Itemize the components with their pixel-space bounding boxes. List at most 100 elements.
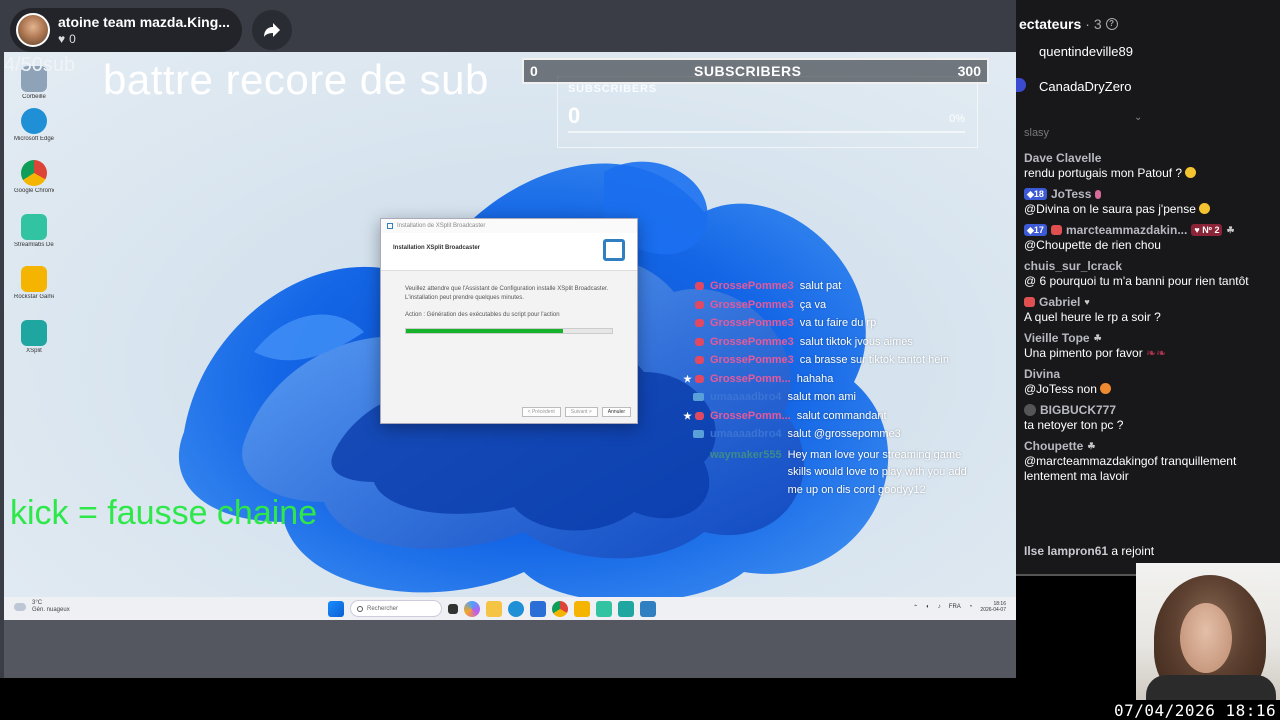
- chat-username[interactable]: Divina: [1024, 367, 1060, 381]
- taskbar-search[interactable]: Rechercher: [350, 600, 442, 617]
- joined-username[interactable]: Ilse lampron61: [1024, 544, 1108, 558]
- chat-username[interactable]: Choupette: [1024, 439, 1083, 453]
- disc-badge-icon: [693, 430, 704, 438]
- chat-text: @Choupette de rien chou: [1024, 238, 1161, 252]
- goal-max: 300: [957, 63, 981, 79]
- desktop-icon-streamlabs[interactable]: Streamlabs Desktop: [14, 214, 54, 248]
- network-icon[interactable]: ◐: [926, 604, 930, 610]
- chat-username[interactable]: Dave Clavelle: [1024, 151, 1101, 165]
- chrome-taskbar-icon[interactable]: [552, 600, 568, 617]
- chat-username[interactable]: marcteammazdakin...: [1066, 223, 1187, 237]
- chat-username[interactable]: umaaaadbro4: [710, 391, 782, 403]
- chat-username[interactable]: waymaker555: [710, 447, 782, 465]
- mic-icon[interactable]: ♪: [938, 604, 941, 610]
- language-indicator[interactable]: FRA: [949, 604, 961, 610]
- chat-username[interactable]: GrossePomme3: [710, 317, 794, 329]
- help-icon[interactable]: ?: [1105, 18, 1118, 30]
- installer-taskbar-icon[interactable]: [640, 600, 656, 617]
- chrome-icon: [21, 160, 47, 186]
- cancel-button[interactable]: Annuler: [601, 407, 631, 417]
- desktop-icon-label: Rockstar Games Launcher: [14, 294, 54, 300]
- chat-username[interactable]: Gabriel: [1039, 295, 1080, 309]
- store-icon[interactable]: [530, 600, 546, 617]
- chat-username[interactable]: Vieille Tope: [1024, 331, 1090, 345]
- chat-username[interactable]: umaaaadbro4: [710, 428, 782, 440]
- goal-title-overlay: battre recore de sub: [103, 56, 489, 103]
- windows-start-icon[interactable]: [328, 600, 344, 617]
- taskbar-date: 2026-04-07: [980, 607, 1006, 613]
- previous-button[interactable]: < Précédent: [521, 407, 561, 417]
- streamer-name[interactable]: atoine team mazda.King...: [58, 14, 230, 30]
- installer-header: Installation XSplit Broadcaster: [381, 233, 637, 271]
- chat-text: @Divina on le saura pas j'pense: [1024, 202, 1196, 216]
- desktop-icon-chrome[interactable]: Google Chrome: [14, 160, 54, 194]
- file-explorer-icon[interactable]: [486, 600, 502, 617]
- streamer-info-pill[interactable]: atoine team mazda.King... ♥ 0: [10, 8, 242, 52]
- chat-text: Hey man love your streaming game skills …: [787, 448, 967, 496]
- edge-taskbar-icon[interactable]: [508, 600, 524, 617]
- weather-widget[interactable]: 3°C Gén. nuageux: [14, 600, 70, 614]
- installer-buttons: < Précédent Suivant > Annuler: [521, 407, 631, 417]
- taskbar-clock[interactable]: 18:16 2026-04-07: [980, 601, 1006, 613]
- desktop-icon-rockstar[interactable]: Rockstar Games Launcher: [14, 266, 54, 300]
- chevron-up-icon[interactable]: ⌃: [913, 604, 918, 611]
- subwidget-ratio: 0 / 150: [940, 87, 965, 96]
- chat-message: Divina @JoTess non: [1024, 367, 1274, 397]
- viewer-item[interactable]: quentindeville89: [1039, 44, 1133, 59]
- chat-username[interactable]: chuis_sur_lcrack: [1024, 259, 1122, 273]
- edge-icon: [21, 108, 47, 134]
- share-button[interactable]: [252, 10, 292, 50]
- likes-value: 0: [69, 32, 76, 46]
- chat-panel: ectateurs · 3 ? quentindeville89 CanadaD…: [1016, 0, 1280, 575]
- chat-username[interactable]: GrossePomme3: [710, 280, 794, 292]
- instream-chat-row: umaaaadbro4 salut @grossepomme3: [676, 428, 996, 447]
- copilot-icon[interactable]: [464, 600, 480, 617]
- next-button[interactable]: Suivant >: [564, 407, 598, 417]
- desktop-icon-xsplit[interactable]: XSplit: [14, 320, 54, 354]
- installer-progress-fill: [406, 329, 563, 333]
- viewer-item[interactable]: CanadaDryZero: [1039, 79, 1132, 94]
- desktop-icon-label: Microsoft Edge: [14, 136, 54, 142]
- task-view-icon[interactable]: [448, 603, 458, 614]
- chat-username[interactable]: GrossePomme3: [710, 336, 794, 348]
- webcam-feed: [1136, 563, 1280, 700]
- wifi-icon[interactable]: ◔: [969, 604, 973, 610]
- heart-badge-icon: [1050, 225, 1062, 235]
- installer-icon: [387, 223, 393, 229]
- chat-badges: [676, 336, 710, 346]
- chat-text: va tu faire du rp: [799, 317, 877, 329]
- chat-username[interactable]: GrossePomm...: [710, 373, 791, 385]
- streamlabs-icon: [21, 214, 47, 240]
- avatar[interactable]: [16, 13, 50, 47]
- partial-username: slasy: [1024, 127, 1050, 139]
- installer-status: Action : Génération des exécutables du s…: [405, 312, 560, 318]
- desktop-icon-label: Streamlabs Desktop: [14, 242, 54, 248]
- desktop-icon-edge[interactable]: Microsoft Edge: [14, 108, 54, 142]
- chat-badges: [676, 299, 710, 309]
- chat-username[interactable]: GrossePomm...: [710, 410, 791, 422]
- chat-username[interactable]: GrossePomme3: [710, 299, 794, 311]
- instream-chat-row: GrossePomme3 ça va: [676, 299, 996, 318]
- rockstar-taskbar-icon[interactable]: [574, 600, 590, 617]
- streamlabs-taskbar-icon[interactable]: [596, 600, 612, 617]
- star-badge-icon: [683, 411, 692, 420]
- chat-message: Vieille Tope ☘ Una pimento por favor ❧❧: [1024, 331, 1274, 361]
- search-icon: [357, 605, 363, 612]
- subscribers-widget: SUBSCRIBERS 0 0 / 150 0%: [557, 76, 978, 148]
- xsplit-icon: [21, 320, 47, 346]
- chat-badges: [676, 391, 710, 401]
- desktop-icon-label: Google Chrome: [14, 188, 54, 194]
- taskbar-apps: Rechercher: [328, 600, 656, 617]
- chat-username[interactable]: BIGBUCK777: [1040, 403, 1116, 417]
- weather-desc: Gén. nuageux: [32, 607, 70, 614]
- chat-username[interactable]: GrossePomme3: [710, 354, 794, 366]
- heart-badge-icon: [695, 337, 704, 346]
- chat-text: @ 6 pourquoi tu m'a banni pour rien tant…: [1024, 274, 1249, 288]
- chevron-down-icon[interactable]: ⌄: [1134, 112, 1142, 123]
- chat-username[interactable]: JoTess: [1051, 187, 1091, 201]
- chat-text: Una pimento por favor: [1024, 346, 1143, 360]
- subwidget-label: SUBSCRIBERS: [568, 83, 657, 95]
- instream-chat-row: GrossePomm... hahaha: [676, 373, 996, 392]
- chat-badges: [676, 447, 710, 449]
- xsplit-taskbar-icon[interactable]: [618, 600, 634, 617]
